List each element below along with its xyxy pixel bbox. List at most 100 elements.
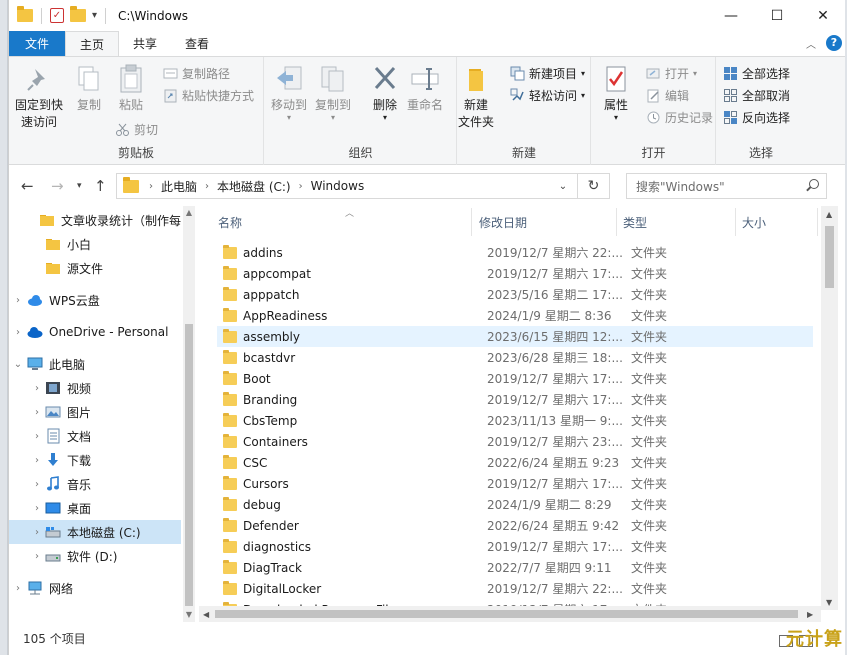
file-row[interactable]: DigitalLocker 2019/12/7 星期六 22:... 文件夹 [217, 578, 813, 599]
breadcrumb-local-disk[interactable]: 本地磁盘 (C:) [217, 178, 291, 195]
horizontal-scrollbar[interactable]: ◀ ▶ [199, 606, 821, 622]
minimize-button[interactable]: — [708, 0, 754, 31]
file-row[interactable]: CbsTemp 2023/11/13 星期一 9:... 文件夹 [217, 410, 813, 431]
delete-button[interactable]: 删除 ▾ [369, 63, 401, 122]
paste-button[interactable]: 粘贴 [115, 63, 147, 114]
nav-item-onedrive[interactable]: › OneDrive - Personal [9, 320, 181, 344]
file-row[interactable]: appcompat 2019/12/7 星期六 17:... 文件夹 [217, 263, 813, 284]
nav-pane-scrollbar[interactable]: ▲ ▼ [183, 206, 195, 622]
nav-item-pictures[interactable]: › 图片 [9, 400, 181, 424]
chevron-right-icon[interactable]: › [205, 181, 209, 192]
select-none-button[interactable]: 全部取消 [723, 85, 790, 105]
breadcrumb-windows[interactable]: Windows [311, 179, 365, 193]
nav-item-wps-cloud[interactable]: › WPS云盘 [9, 288, 181, 312]
chevron-right-icon[interactable]: › [9, 295, 27, 306]
column-divider[interactable] [735, 208, 736, 236]
chevron-right-icon[interactable]: › [9, 551, 45, 562]
scroll-left-icon[interactable]: ◀ [203, 610, 209, 619]
new-folder-quick-icon[interactable] [70, 6, 86, 22]
column-type[interactable]: 类型 [623, 214, 647, 231]
rename-button[interactable]: 重命名 [407, 63, 443, 114]
nav-item-videos[interactable]: › 视频 [9, 376, 181, 400]
recent-locations-icon[interactable]: ▾ [77, 181, 82, 191]
expand-ribbon-icon[interactable]: ︿ [806, 36, 816, 51]
nav-item-source-files[interactable]: 源文件 [9, 256, 181, 280]
invert-selection-button[interactable]: 反向选择 [723, 107, 790, 127]
chevron-right-icon[interactable]: › [9, 583, 27, 594]
move-to-button[interactable]: 移动到 ▾ [271, 63, 307, 122]
file-row[interactable]: apppatch 2023/5/16 星期二 17:... 文件夹 [217, 284, 813, 305]
address-history-dropdown-icon[interactable]: ⌄ [551, 174, 575, 198]
cut-button[interactable]: 剪切 [115, 119, 158, 139]
file-row[interactable]: addins 2019/12/7 星期六 22:... 文件夹 [217, 242, 813, 263]
column-date-modified[interactable]: 修改日期 [479, 214, 527, 231]
column-size[interactable]: 大小 [742, 214, 766, 231]
scroll-up-icon[interactable]: ▲ [826, 210, 832, 219]
file-row[interactable]: Containers 2019/12/7 星期六 23:... 文件夹 [217, 431, 813, 452]
customize-toolbar-icon[interactable]: ▾ [92, 10, 97, 21]
chevron-right-icon[interactable]: › [299, 181, 303, 192]
search-input[interactable]: 搜索"Windows" [626, 173, 827, 199]
file-row[interactable]: AppReadiness 2024/1/9 星期二 8:36 文件夹 [217, 305, 813, 326]
chevron-right-icon[interactable]: › [149, 181, 153, 192]
nav-item-documents[interactable]: › 文档 [9, 424, 181, 448]
file-row[interactable]: Cursors 2019/12/7 星期六 17:... 文件夹 [217, 473, 813, 494]
chevron-right-icon[interactable]: › [9, 455, 45, 466]
nav-item-drive-d[interactable]: › 软件 (D:) [9, 544, 181, 568]
edit-button[interactable]: 编辑 [646, 85, 689, 105]
file-row[interactable]: diagnostics 2019/12/7 星期六 17:... 文件夹 [217, 536, 813, 557]
file-row[interactable]: Branding 2019/12/7 星期六 17:... 文件夹 [217, 389, 813, 410]
file-list-scrollbar[interactable]: ▲ ▼ [821, 206, 838, 610]
copy-to-button[interactable]: 复制到 ▾ [315, 63, 351, 122]
paste-shortcut-button[interactable]: 粘贴快捷方式 [163, 85, 254, 105]
pin-to-quick-access-button[interactable]: 固定到快 速访问 [15, 63, 63, 131]
file-row[interactable]: debug 2024/1/9 星期二 8:29 文件夹 [217, 494, 813, 515]
scroll-up-icon[interactable]: ▲ [183, 208, 195, 217]
column-name[interactable]: 名称 [218, 214, 242, 231]
file-row[interactable]: DiagTrack 2022/7/7 星期四 9:11 文件夹 [217, 557, 813, 578]
nav-item-this-pc[interactable]: ⌄ 此电脑 [9, 352, 181, 376]
select-all-button[interactable]: 全部选择 [723, 63, 790, 83]
properties-quick-icon[interactable]: ✓ [50, 8, 64, 23]
tab-view[interactable]: 查看 [171, 31, 223, 56]
help-icon[interactable]: ? [826, 35, 842, 51]
chevron-right-icon[interactable]: › [9, 503, 45, 514]
file-row[interactable]: bcastdvr 2023/6/28 星期三 18:... 文件夹 [217, 347, 813, 368]
close-button[interactable]: ✕ [800, 0, 846, 31]
file-row[interactable]: Defender 2022/6/24 星期五 9:42 文件夹 [217, 515, 813, 536]
chevron-down-icon[interactable]: ⌄ [9, 359, 27, 370]
up-arrow-icon[interactable]: ↑ [94, 177, 107, 195]
new-folder-button[interactable]: 新建 文件夹 [458, 63, 494, 131]
horizontal-scroll-thumb[interactable] [215, 610, 798, 618]
tab-file[interactable]: 文件 [9, 31, 65, 56]
scroll-right-icon[interactable]: ▶ [807, 610, 813, 619]
refresh-icon[interactable]: ↻ [577, 174, 609, 198]
nav-item-desktop[interactable]: › 桌面 [9, 496, 181, 520]
chevron-right-icon[interactable]: › [9, 383, 45, 394]
back-arrow-icon[interactable]: ← [21, 177, 34, 195]
column-divider[interactable] [616, 208, 617, 236]
file-row[interactable]: CSC 2022/6/24 星期五 9:23 文件夹 [217, 452, 813, 473]
nav-pane-scroll-thumb[interactable] [185, 324, 193, 606]
copy-button[interactable]: 复制 [73, 63, 105, 114]
column-divider[interactable] [471, 208, 472, 236]
nav-item-music[interactable]: › 音乐 [9, 472, 181, 496]
scroll-down-icon[interactable]: ▼ [826, 598, 832, 607]
history-button[interactable]: 历史记录 [646, 107, 713, 127]
chevron-right-icon[interactable]: › [9, 327, 27, 338]
nav-item-network[interactable]: › 网络 [9, 576, 181, 600]
file-row[interactable]: Boot 2019/12/7 星期六 17:... 文件夹 [217, 368, 813, 389]
tab-share[interactable]: 共享 [119, 31, 171, 56]
column-divider[interactable] [817, 208, 818, 236]
tab-home[interactable]: 主页 [65, 31, 120, 57]
new-item-button[interactable]: 新建项目 ▾ [510, 63, 585, 83]
chevron-right-icon[interactable]: › [9, 431, 45, 442]
nav-item-local-disk-c[interactable]: › 本地磁盘 (C:) [9, 520, 181, 544]
file-row[interactable]: assembly 2023/6/15 星期四 12:... 文件夹 [217, 326, 813, 347]
forward-arrow-icon[interactable]: → [51, 177, 64, 195]
address-bar[interactable]: › 此电脑 › 本地磁盘 (C:) › Windows ⌄ ↻ [116, 173, 610, 199]
maximize-button[interactable]: ☐ [754, 0, 800, 31]
chevron-right-icon[interactable]: › [9, 407, 45, 418]
breadcrumb-this-pc[interactable]: 此电脑 [161, 178, 197, 195]
nav-item-downloads[interactable]: › 下载 [9, 448, 181, 472]
